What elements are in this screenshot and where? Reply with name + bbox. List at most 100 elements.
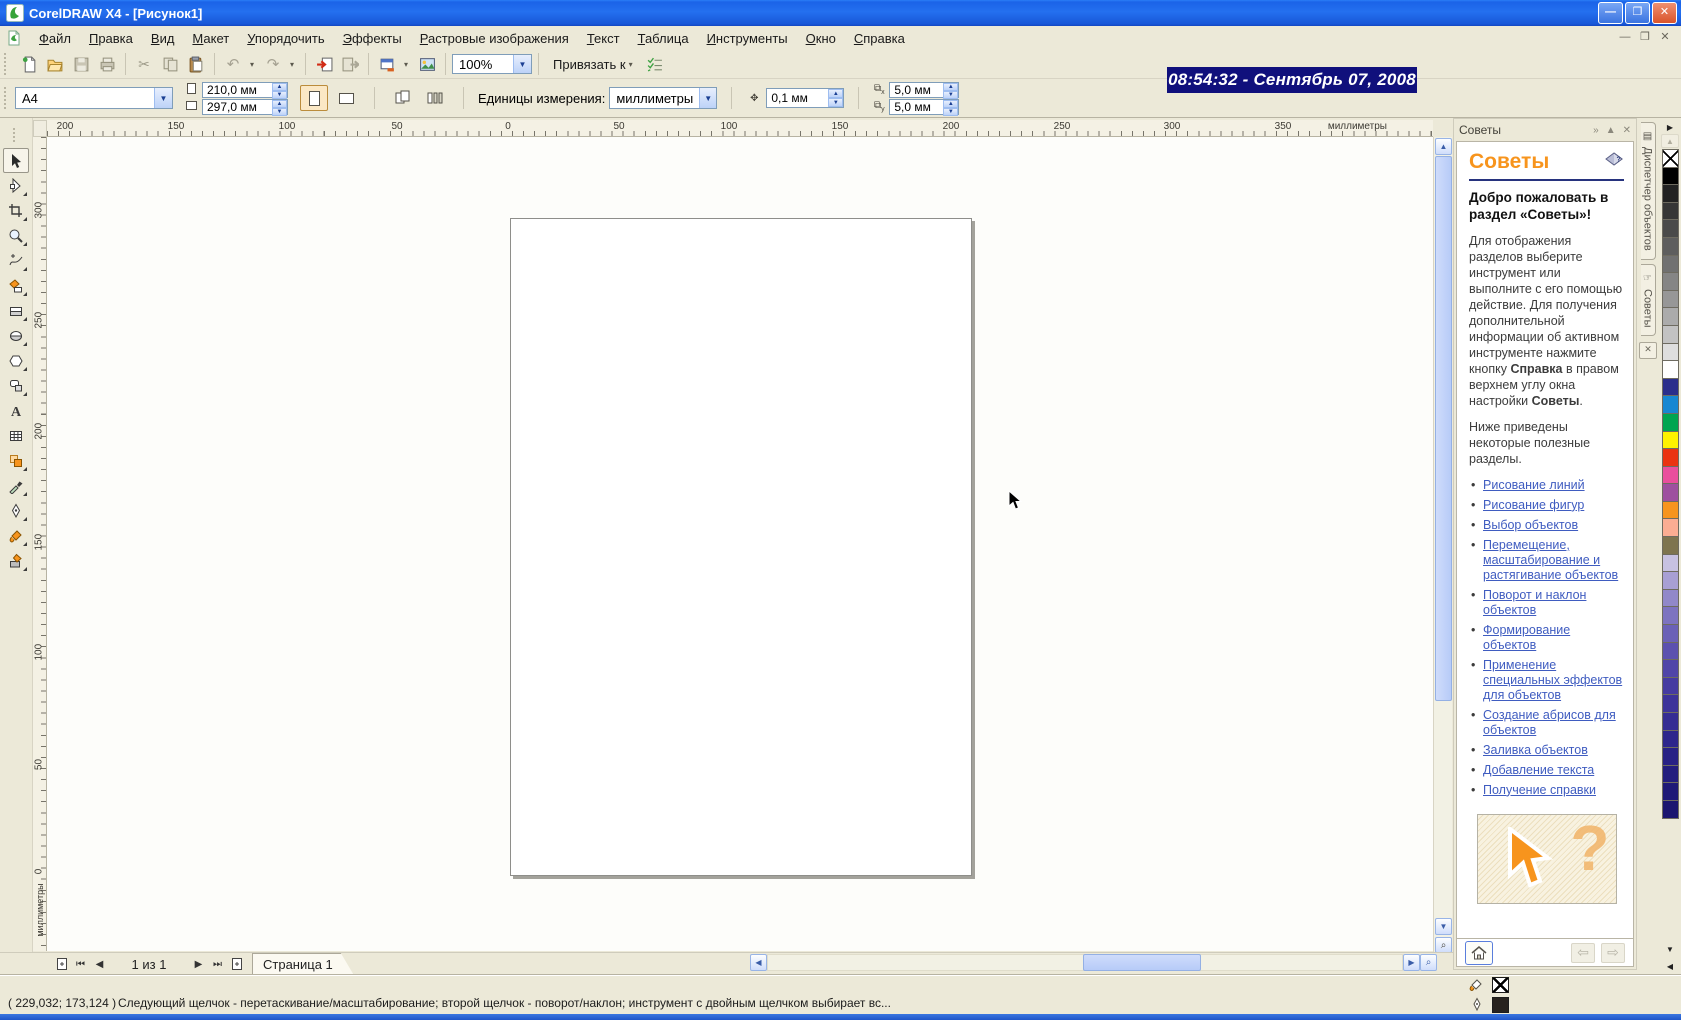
menu-layout[interactable]: Макет [183,28,238,49]
mdi-close-button[interactable]: ✕ [1655,29,1675,47]
palette-swatch[interactable] [1662,184,1679,203]
vertical-scroll-thumb[interactable] [1435,156,1452,701]
menu-arrange[interactable]: Упорядочить [238,28,333,49]
paper-width-field[interactable]: 210,0 мм ▲▼ [202,82,288,98]
drawing-canvas[interactable] [47,137,1433,951]
palette-swatch[interactable] [1662,677,1679,696]
scroll-down-button[interactable]: ▼ [1435,918,1452,935]
fill-color-swatch[interactable] [1492,977,1509,993]
menu-file[interactable]: Файл [30,28,80,49]
palette-swatch[interactable] [1662,290,1679,309]
menu-table[interactable]: Таблица [629,28,698,49]
horizontal-scrollbar[interactable]: ◀ ▶ ⌕ [750,954,1437,972]
redo-button[interactable]: ↷ [261,52,285,76]
home-button[interactable] [1465,941,1493,965]
palette-swatch[interactable] [1662,571,1679,590]
paper-height-field[interactable]: 297,0 мм ▲▼ [202,99,288,115]
tips-link[interactable]: Добавление текста [1469,762,1624,782]
palette-swatch[interactable] [1662,325,1679,344]
scroll-left-button[interactable]: ◀ [750,954,767,971]
mdi-restore-button[interactable]: ❐ [1635,29,1655,47]
rectangle-tool[interactable] [3,298,29,323]
tips-link[interactable]: Перемещение, масштабирование и растягива… [1469,537,1624,587]
palette-swatch[interactable] [1662,255,1679,274]
interactive-fill-tool[interactable] [3,548,29,573]
landscape-button[interactable] [332,85,360,111]
eyedropper-tool[interactable] [3,473,29,498]
page-a4[interactable] [510,218,972,876]
polygon-tool[interactable] [3,348,29,373]
open-button[interactable] [43,52,67,76]
undo-dropdown[interactable]: ▾ [247,52,259,76]
tab-tips[interactable]: ☞ Советы [1641,264,1656,336]
restore-button[interactable]: ❐ [1625,2,1650,24]
paper-type-combo[interactable]: A4 ▼ [15,87,173,109]
palette-swatch[interactable] [1662,431,1679,450]
palette-swatch[interactable] [1662,694,1679,713]
collapse-icon[interactable]: ▲ [1606,125,1616,136]
horizontal-scroll-thumb[interactable] [1083,954,1201,971]
palette-swatch[interactable] [1662,747,1679,766]
palette-swatch[interactable] [1662,518,1679,537]
paper-width-spin[interactable]: ▲▼ [272,83,287,97]
add-page-button[interactable] [227,955,246,974]
tips-link[interactable]: Заливка объектов [1469,742,1624,762]
zoom-corner-button[interactable]: ⌕ [1420,954,1437,971]
menu-bitmaps[interactable]: Растровые изображения [411,28,578,49]
redo-dropdown[interactable]: ▾ [287,52,299,76]
add-page-button[interactable] [52,955,71,974]
freehand-tool[interactable] [3,248,29,273]
zoom-tool[interactable] [3,223,29,248]
help-book-icon[interactable]: ? [1604,150,1624,168]
all-pages-button[interactable] [389,85,417,111]
palette-swatch[interactable] [1662,800,1679,819]
snap-to-dropdown[interactable]: Привязать к ▾ [545,57,641,72]
palette-swatch[interactable] [1662,730,1679,749]
print-button[interactable] [95,52,119,76]
tips-link[interactable]: Создание абрисов для объектов [1469,707,1624,742]
navigator-button[interactable]: ⌕ [1435,937,1452,953]
palette-swatch[interactable] [1662,272,1679,291]
tab-object-manager[interactable]: ▤ Диспетчер объектов [1641,122,1656,260]
palette-swatch[interactable] [1662,413,1679,432]
palette-swatch[interactable] [1662,307,1679,326]
duplicate-x-field[interactable]: 5,0 мм ▲▼ [889,82,959,98]
blend-tool[interactable] [3,448,29,473]
back-button[interactable]: ⇦ [1571,943,1595,963]
save-button[interactable] [69,52,93,76]
outline-indicator[interactable] [1468,997,1509,1013]
palette-swatch[interactable] [1662,360,1679,379]
palette-swatch[interactable] [1662,642,1679,661]
zoom-level-combo[interactable]: 100% ▼ [452,54,532,74]
units-combo[interactable]: миллиметры ▼ [609,87,717,109]
palette-expand-button[interactable]: ◀ [1661,959,1679,973]
palette-swatch[interactable] [1662,219,1679,238]
options-button[interactable] [643,52,667,76]
tips-link[interactable]: Формирование объектов [1469,622,1624,657]
fill-indicator[interactable] [1468,977,1509,993]
palette-swatch[interactable] [1662,501,1679,520]
palette-swatch[interactable] [1662,483,1679,502]
next-page-button[interactable]: ▶ [189,955,208,974]
basic-shapes-tool[interactable] [3,373,29,398]
copy-button[interactable] [158,52,182,76]
shape-tool[interactable] [3,173,29,198]
application-launcher-button[interactable] [375,52,399,76]
tips-link[interactable]: Применение специальных эффектов для объе… [1469,657,1624,707]
page-tab[interactable]: Страница 1 [252,953,354,975]
forward-button[interactable]: ⇨ [1601,943,1625,963]
close-docker-icon[interactable]: ✕ [1623,125,1631,136]
palette-scroll-up-button[interactable]: ▲ [1661,134,1679,148]
export-button[interactable] [338,52,362,76]
tips-link[interactable]: Рисование фигур [1469,497,1624,517]
outline-pen-tool[interactable] [3,498,29,523]
palette-swatch[interactable] [1662,624,1679,643]
paper-height-spin[interactable]: ▲▼ [272,100,287,114]
palette-swatch[interactable] [1662,712,1679,731]
duplicate-x-spin[interactable]: ▲▼ [943,83,958,97]
tips-link[interactable]: Рисование линий [1469,477,1624,497]
palette-swatch[interactable] [1662,237,1679,256]
welcome-screen-button[interactable] [415,52,439,76]
property-bar-grip[interactable] [4,87,11,109]
nudge-spin[interactable]: ▲▼ [828,89,843,107]
